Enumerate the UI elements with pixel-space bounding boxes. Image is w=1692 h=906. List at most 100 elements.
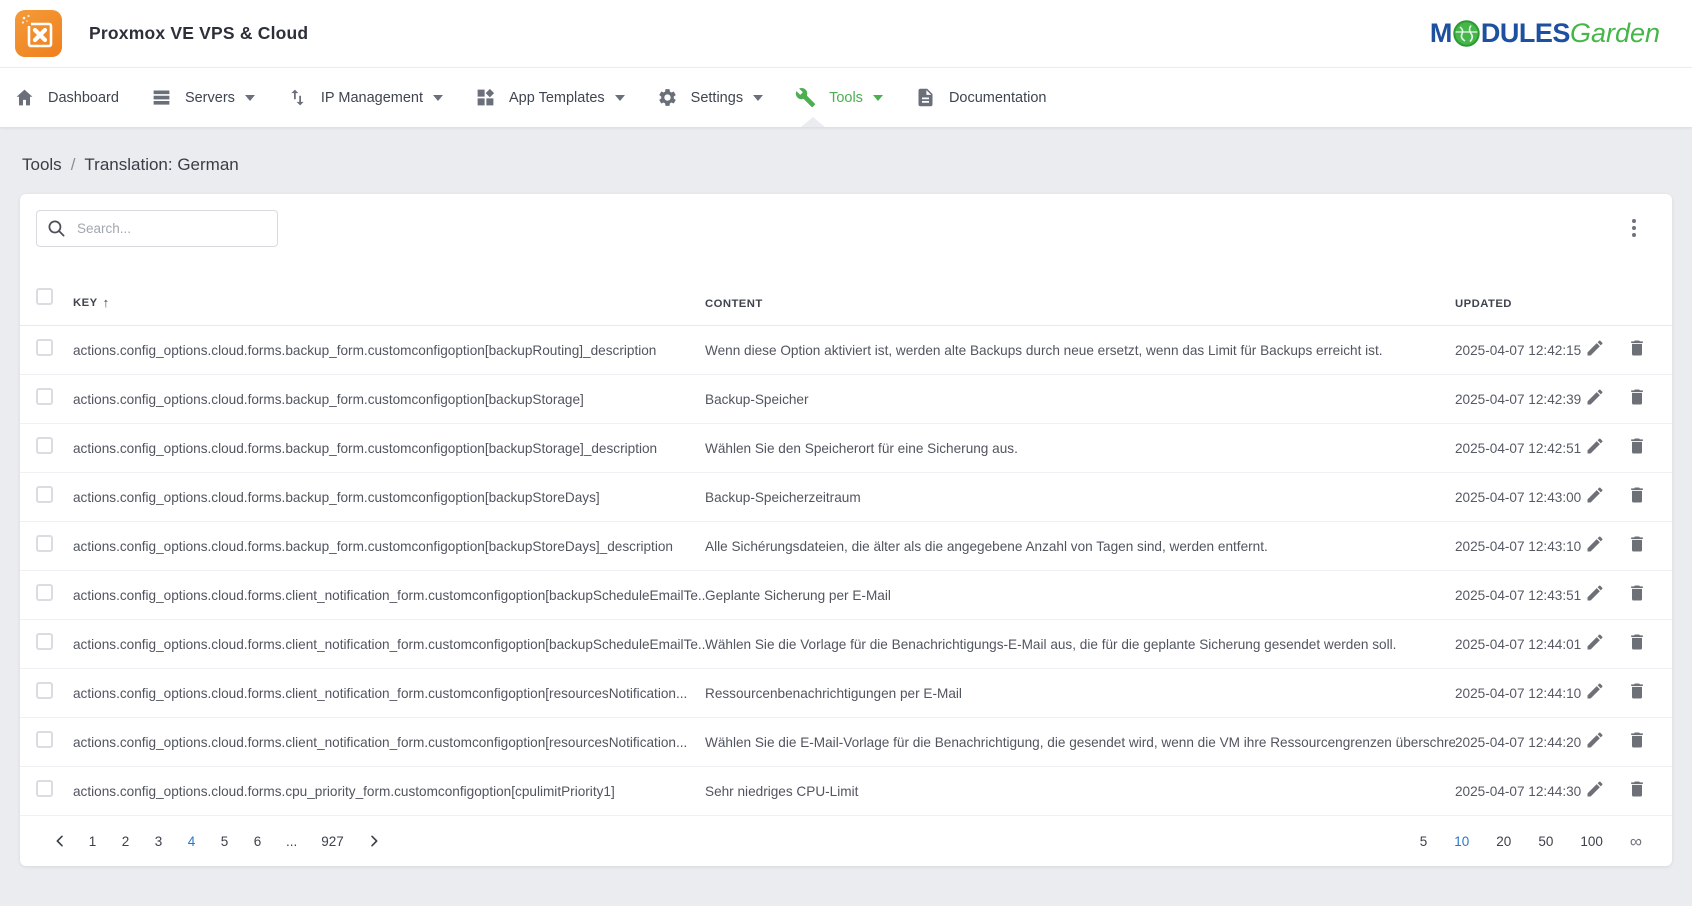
page-number[interactable]: 1 bbox=[88, 834, 97, 849]
trash-icon[interactable] bbox=[1627, 632, 1647, 652]
page-number[interactable]: 4 bbox=[187, 834, 196, 849]
nav-item-ip-management[interactable]: IP Management bbox=[287, 87, 443, 108]
nav-item-tools[interactable]: Tools bbox=[795, 87, 883, 108]
page-size-option[interactable]: 10 bbox=[1454, 834, 1469, 849]
row-checkbox[interactable] bbox=[36, 584, 53, 601]
page-size-option[interactable]: 50 bbox=[1538, 834, 1553, 849]
row-updated: 2025-04-07 12:42:15 bbox=[1455, 343, 1585, 358]
edit-pencil-icon[interactable] bbox=[1585, 681, 1605, 701]
page-number[interactable]: 6 bbox=[253, 834, 262, 849]
chevron-down-icon bbox=[753, 95, 763, 101]
nav-item-settings[interactable]: Settings bbox=[657, 87, 763, 108]
trash-icon[interactable] bbox=[1627, 583, 1647, 603]
edit-pencil-icon[interactable] bbox=[1585, 338, 1605, 358]
row-checkbox[interactable] bbox=[36, 780, 53, 797]
proxmox-module-logo-icon bbox=[15, 10, 62, 57]
row-updated: 2025-04-07 12:43:00 bbox=[1455, 490, 1585, 505]
trash-icon[interactable] bbox=[1627, 681, 1647, 701]
edit-pencil-icon[interactable] bbox=[1585, 436, 1605, 456]
trash-icon[interactable] bbox=[1627, 730, 1647, 750]
edit-pencil-icon[interactable] bbox=[1585, 730, 1605, 750]
column-header-content[interactable]: CONTENT bbox=[705, 298, 1455, 310]
page-title: Proxmox VE VPS & Cloud bbox=[89, 23, 308, 44]
edit-pencil-icon[interactable] bbox=[1585, 583, 1605, 603]
trash-icon[interactable] bbox=[1627, 436, 1647, 456]
nav-item-app-templates[interactable]: App Templates bbox=[475, 87, 625, 108]
row-checkbox[interactable] bbox=[36, 535, 53, 552]
row-checkbox[interactable] bbox=[36, 437, 53, 454]
column-header-updated[interactable]: UPDATED bbox=[1455, 298, 1585, 310]
table-header: KEY ↑ CONTENT UPDATED bbox=[20, 246, 1672, 326]
row-checkbox[interactable] bbox=[36, 633, 53, 650]
table-row: actions.config_options.cloud.forms.clien… bbox=[20, 620, 1672, 669]
breadcrumb-separator: / bbox=[71, 155, 76, 175]
row-key: actions.config_options.cloud.forms.backu… bbox=[73, 392, 705, 407]
edit-pencil-icon[interactable] bbox=[1585, 485, 1605, 505]
nav-item-servers[interactable]: Servers bbox=[151, 87, 255, 108]
chevron-left-icon[interactable] bbox=[50, 831, 70, 851]
page-number[interactable]: 3 bbox=[154, 834, 163, 849]
edit-pencil-icon[interactable] bbox=[1585, 779, 1605, 799]
row-updated: 2025-04-07 12:42:39 bbox=[1455, 392, 1585, 407]
page-size-option[interactable]: 20 bbox=[1496, 834, 1511, 849]
page-number[interactable]: ... bbox=[286, 834, 297, 849]
translations-card: KEY ↑ CONTENT UPDATED actions.config_opt… bbox=[20, 194, 1672, 866]
row-checkbox[interactable] bbox=[36, 731, 53, 748]
page-number[interactable]: 2 bbox=[121, 834, 130, 849]
row-checkbox[interactable] bbox=[36, 682, 53, 699]
breadcrumb: Tools / Translation: German bbox=[20, 127, 1672, 175]
brand-dules: DULES bbox=[1481, 20, 1570, 47]
sort-ascending-icon: ↑ bbox=[103, 295, 110, 310]
chevron-down-icon bbox=[873, 95, 883, 101]
edit-pencil-icon[interactable] bbox=[1585, 387, 1605, 407]
page-size-option[interactable]: ∞ bbox=[1630, 835, 1642, 848]
breadcrumb-current: Translation: German bbox=[84, 155, 238, 175]
table-body: actions.config_options.cloud.forms.backu… bbox=[20, 326, 1672, 816]
row-updated: 2025-04-07 12:44:20 bbox=[1455, 735, 1585, 750]
row-content: Ressourcenbenachrichtigungen per E-Mail bbox=[705, 686, 1455, 701]
app-grid-icon bbox=[475, 87, 496, 108]
row-updated: 2025-04-07 12:42:51 bbox=[1455, 441, 1585, 456]
table-row: actions.config_options.cloud.forms.clien… bbox=[20, 718, 1672, 767]
table-row: actions.config_options.cloud.forms.backu… bbox=[20, 326, 1672, 375]
trash-icon[interactable] bbox=[1627, 779, 1647, 799]
edit-pencil-icon[interactable] bbox=[1585, 632, 1605, 652]
nav-item-dashboard[interactable]: Dashboard bbox=[14, 87, 119, 108]
table-row: actions.config_options.cloud.forms.backu… bbox=[20, 522, 1672, 571]
select-all-checkbox[interactable] bbox=[36, 288, 53, 305]
row-checkbox[interactable] bbox=[36, 486, 53, 503]
gear-icon bbox=[657, 87, 678, 108]
kebab-menu-icon[interactable] bbox=[1626, 215, 1642, 241]
table-row: actions.config_options.cloud.forms.clien… bbox=[20, 571, 1672, 620]
page-size-option[interactable]: 5 bbox=[1420, 834, 1428, 849]
trash-icon[interactable] bbox=[1627, 338, 1647, 358]
nav-item-documentation[interactable]: Documentation bbox=[915, 87, 1047, 108]
page-size-option[interactable]: 100 bbox=[1580, 834, 1603, 849]
row-key: actions.config_options.cloud.forms.clien… bbox=[73, 637, 705, 652]
search-input[interactable] bbox=[36, 210, 278, 247]
modulesgarden-logo: M DULES Garden bbox=[1430, 20, 1660, 47]
page-number[interactable]: 5 bbox=[220, 834, 229, 849]
row-updated: 2025-04-07 12:44:10 bbox=[1455, 686, 1585, 701]
trash-icon[interactable] bbox=[1627, 387, 1647, 407]
brand-m: M bbox=[1430, 20, 1452, 47]
trash-icon[interactable] bbox=[1627, 534, 1647, 554]
breadcrumb-section[interactable]: Tools bbox=[22, 155, 62, 175]
row-updated: 2025-04-07 12:43:51 bbox=[1455, 588, 1585, 603]
row-checkbox[interactable] bbox=[36, 339, 53, 356]
row-content: Wählen Sie die E-Mail-Vorlage für die Be… bbox=[705, 735, 1455, 750]
page-number[interactable]: 927 bbox=[321, 834, 344, 849]
chevron-down-icon bbox=[433, 95, 443, 101]
row-checkbox[interactable] bbox=[36, 388, 53, 405]
column-header-key[interactable]: KEY ↑ bbox=[73, 295, 705, 310]
search-icon bbox=[47, 219, 66, 238]
row-content: Wenn diese Option aktiviert ist, werden … bbox=[705, 343, 1455, 358]
row-key: actions.config_options.cloud.forms.clien… bbox=[73, 686, 705, 701]
trash-icon[interactable] bbox=[1627, 485, 1647, 505]
chevron-right-icon[interactable] bbox=[364, 831, 384, 851]
globe-icon bbox=[1453, 20, 1480, 47]
table-row: actions.config_options.cloud.forms.cpu_p… bbox=[20, 767, 1672, 816]
table-row: actions.config_options.cloud.forms.backu… bbox=[20, 375, 1672, 424]
chevron-down-icon bbox=[245, 95, 255, 101]
edit-pencil-icon[interactable] bbox=[1585, 534, 1605, 554]
